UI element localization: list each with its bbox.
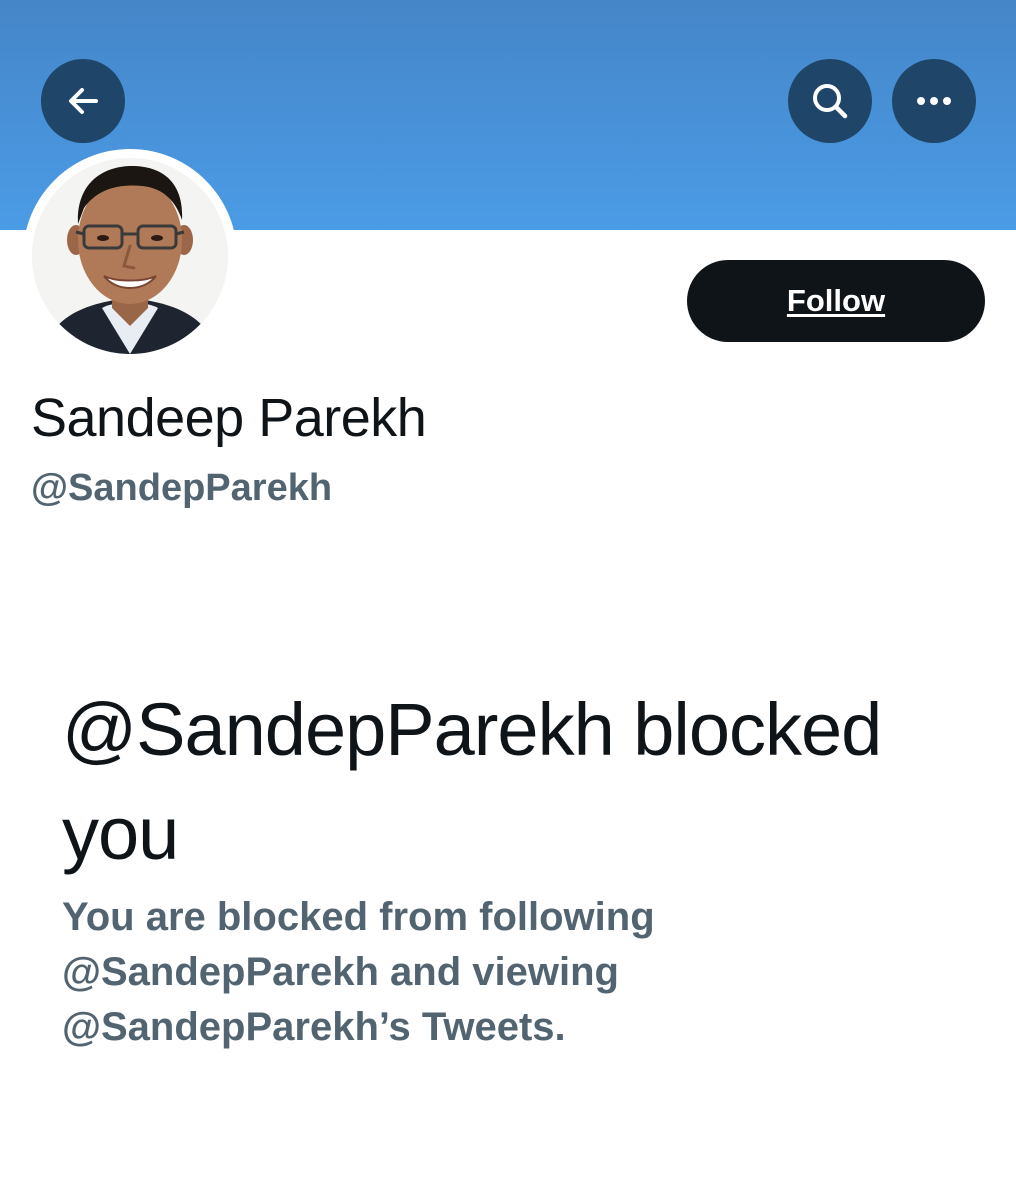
search-button[interactable] <box>788 59 872 143</box>
back-button[interactable] <box>41 59 125 143</box>
search-icon <box>809 80 851 122</box>
blocked-title: @SandepParekh blocked you <box>62 688 882 875</box>
follow-button[interactable]: Follow <box>687 260 985 342</box>
arrow-left-icon <box>63 81 103 121</box>
profile-handle: @SandepParekh <box>31 467 333 509</box>
profile-screen: Follow Sandeep Parekh @SandepParekh @San… <box>0 0 1016 1200</box>
display-name: Sandeep Parekh <box>31 388 427 448</box>
more-horizontal-icon <box>914 95 954 107</box>
blocked-description: You are blocked from following @SandepPa… <box>62 895 655 1049</box>
more-options-button[interactable] <box>892 59 976 143</box>
avatar[interactable] <box>32 158 228 354</box>
